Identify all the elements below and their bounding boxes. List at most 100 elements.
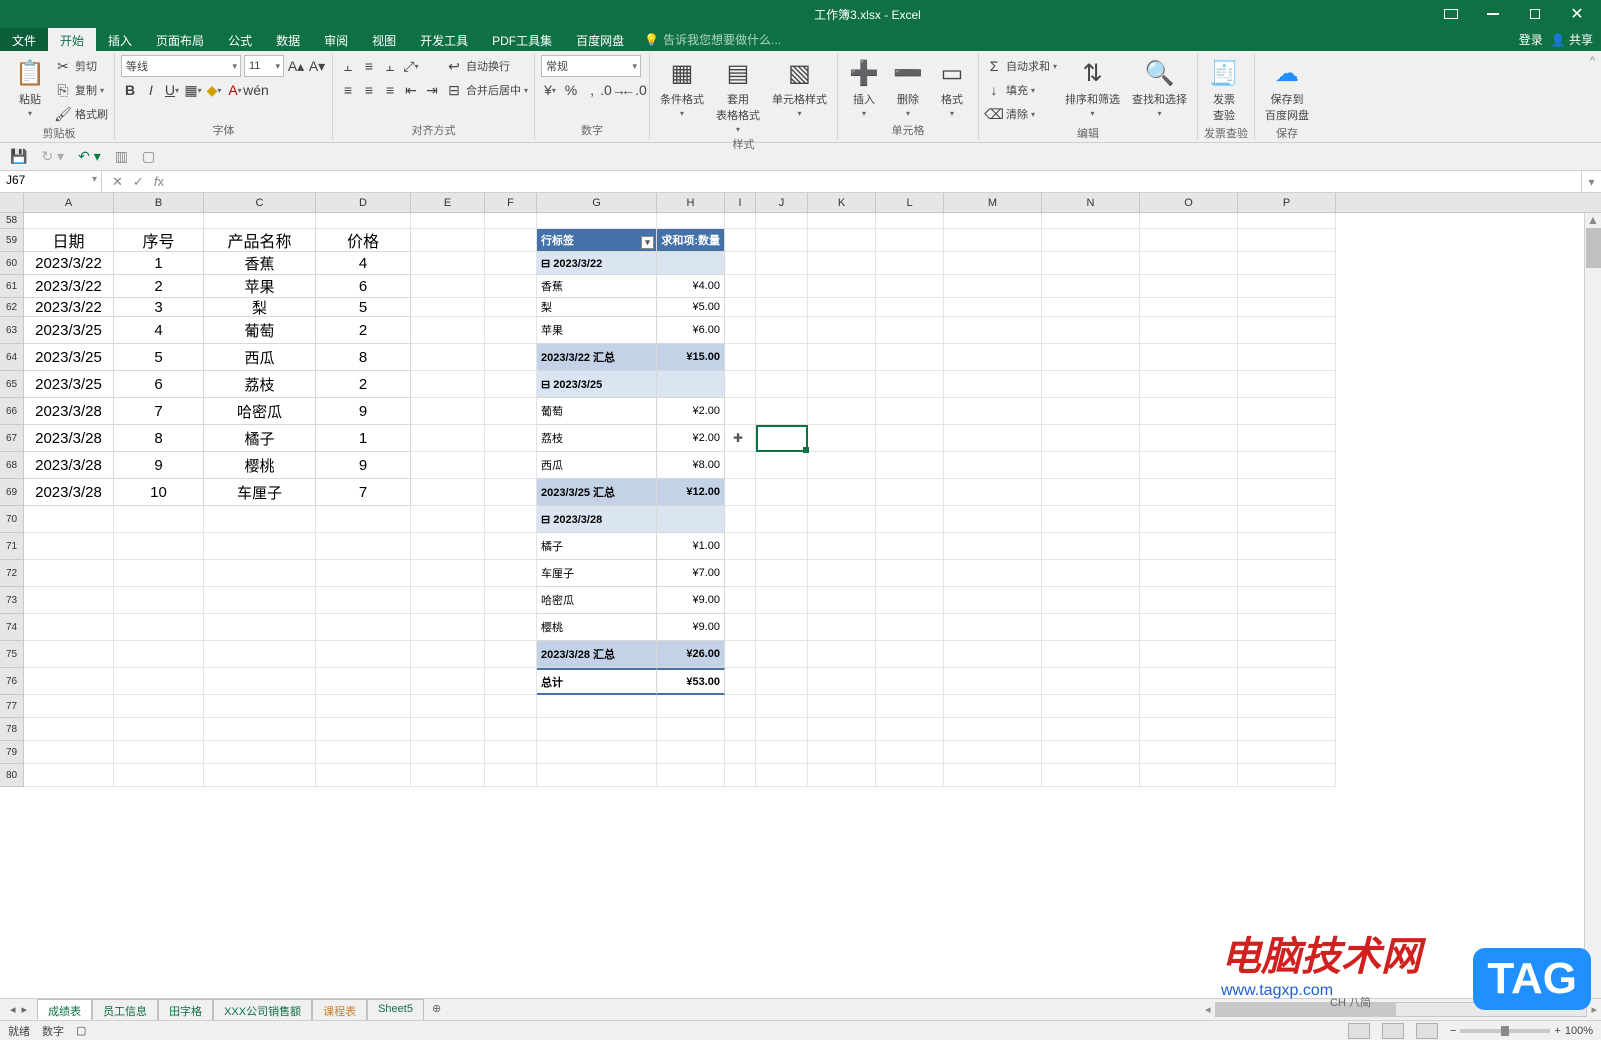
cell[interactable]: 荔枝 <box>204 371 316 398</box>
cell[interactable]: 哈密瓜 <box>204 398 316 425</box>
cell[interactable]: 樱桃 <box>204 452 316 479</box>
bold-button[interactable]: B <box>121 81 139 99</box>
column-header[interactable]: L <box>876 193 944 212</box>
percent-icon[interactable]: % <box>562 81 580 99</box>
cell[interactable]: 9 <box>114 452 204 479</box>
undo-icon[interactable]: ↶ ▾ <box>78 148 101 165</box>
cell[interactable] <box>657 506 725 533</box>
cell[interactable]: 4 <box>114 317 204 344</box>
table-format-button[interactable]: ▤套用 表格格式▾ <box>712 55 764 136</box>
cell[interactable]: ¥5.00 <box>657 298 725 317</box>
tab-data[interactable]: 数据 <box>264 28 312 51</box>
cell[interactable]: 日期 <box>24 229 114 252</box>
cell[interactable]: ¥12.00 <box>657 479 725 506</box>
comma-icon[interactable]: , <box>583 81 601 99</box>
cell[interactable] <box>657 371 725 398</box>
cell[interactable]: ¥7.00 <box>657 560 725 587</box>
tell-me-input[interactable]: 💡告诉我您想要做什么... <box>636 28 789 51</box>
cell[interactable]: 西瓜 <box>204 344 316 371</box>
row-header[interactable]: 75 <box>0 641 24 668</box>
align-middle-icon[interactable]: ≡ <box>360 57 378 75</box>
cell[interactable]: 橘子 <box>204 425 316 452</box>
fx-icon[interactable]: fx <box>154 174 164 189</box>
row-header[interactable]: 74 <box>0 614 24 641</box>
normal-view-icon[interactable] <box>1348 1023 1370 1039</box>
cell[interactable]: 2 <box>316 371 411 398</box>
cell[interactable]: ¥4.00 <box>657 275 725 298</box>
cell[interactable]: 橘子 <box>537 533 657 560</box>
cell[interactable]: 2023/3/22 <box>24 275 114 298</box>
column-header[interactable]: P <box>1238 193 1336 212</box>
cell[interactable]: 2023/3/28 <box>24 398 114 425</box>
cell[interactable]: 7 <box>316 479 411 506</box>
cell[interactable]: 西瓜 <box>537 452 657 479</box>
cell[interactable]: 5 <box>114 344 204 371</box>
font-color-button[interactable]: A▾ <box>226 81 244 99</box>
tab-pdf[interactable]: PDF工具集 <box>480 28 564 51</box>
formula-input[interactable] <box>174 171 1581 192</box>
number-format-combo[interactable]: 常规 <box>541 55 641 77</box>
cell[interactable]: 哈密瓜 <box>537 587 657 614</box>
cell[interactable]: 车厘子 <box>204 479 316 506</box>
cell[interactable] <box>657 252 725 275</box>
cell[interactable]: 5 <box>316 298 411 317</box>
currency-icon[interactable]: ¥▾ <box>541 81 559 99</box>
cell[interactable]: 2023/3/28 <box>24 452 114 479</box>
cell[interactable]: 2023/3/28 汇总 <box>537 641 657 668</box>
cell[interactable]: 9 <box>316 452 411 479</box>
column-header[interactable]: E <box>411 193 485 212</box>
cell[interactable]: 2023/3/25 <box>24 317 114 344</box>
align-center-icon[interactable]: ≡ <box>360 81 378 99</box>
cell[interactable]: 7 <box>114 398 204 425</box>
phonetic-button[interactable]: wén <box>247 81 265 99</box>
cell[interactable]: 车厘子 <box>537 560 657 587</box>
redo-icon[interactable]: ↻ ▾ <box>41 148 64 165</box>
fill-button[interactable]: ↓填充▾ <box>985 79 1057 101</box>
sheet-tab[interactable]: 员工信息 <box>92 999 158 1020</box>
cell[interactable]: 香蕉 <box>204 252 316 275</box>
cell[interactable]: ⊟ 2023/3/25 <box>537 371 657 398</box>
cell[interactable]: ⊟ 2023/3/28 <box>537 506 657 533</box>
cell[interactable]: 2 <box>114 275 204 298</box>
column-header[interactable]: C <box>204 193 316 212</box>
cell[interactable]: 苹果 <box>537 317 657 344</box>
page-layout-view-icon[interactable] <box>1382 1023 1404 1039</box>
enter-icon[interactable]: ✓ <box>133 174 144 190</box>
cell[interactable]: 求和项:数量 <box>657 229 725 252</box>
clear-button[interactable]: ⌫清除▾ <box>985 103 1057 125</box>
autosum-button[interactable]: Σ自动求和▾ <box>985 55 1057 77</box>
cell[interactable]: ¥1.00 <box>657 533 725 560</box>
orientation-icon[interactable]: ⤢▾ <box>402 57 420 75</box>
column-header[interactable]: J <box>756 193 808 212</box>
cell[interactable]: 6 <box>114 371 204 398</box>
find-select-button[interactable]: 🔍查找和选择▾ <box>1128 55 1191 120</box>
name-box[interactable]: J67 <box>0 171 102 192</box>
row-header[interactable]: 69 <box>0 479 24 506</box>
select-all-corner[interactable] <box>0 193 24 212</box>
cell[interactable]: ¥26.00 <box>657 641 725 668</box>
tab-view[interactable]: 视图 <box>360 28 408 51</box>
row-header[interactable]: 65 <box>0 371 24 398</box>
cell[interactable]: 2023/3/22 汇总 <box>537 344 657 371</box>
column-header[interactable]: O <box>1140 193 1238 212</box>
tab-insert[interactable]: 插入 <box>96 28 144 51</box>
paste-button[interactable]: 📋粘贴▾ <box>10 55 50 120</box>
zoom-in-icon[interactable]: + <box>1554 1025 1560 1037</box>
row-header[interactable]: 78 <box>0 718 24 741</box>
cell-styles-button[interactable]: ▧单元格样式▾ <box>768 55 831 120</box>
share-button[interactable]: 👤 共享 <box>1551 31 1593 48</box>
cell[interactable]: 3 <box>114 298 204 317</box>
row-header[interactable]: 76 <box>0 668 24 695</box>
conditional-format-button[interactable]: ▦条件格式▾ <box>656 55 708 120</box>
cell[interactable]: ¥8.00 <box>657 452 725 479</box>
maximize-button[interactable] <box>1515 2 1555 26</box>
cell[interactable]: ⊟ 2023/3/22 <box>537 252 657 275</box>
cell[interactable]: 1 <box>114 252 204 275</box>
tab-formulas[interactable]: 公式 <box>216 28 264 51</box>
row-header[interactable]: 79 <box>0 741 24 764</box>
vertical-scrollbar[interactable]: ▲ <box>1584 213 1601 998</box>
column-header[interactable]: D <box>316 193 411 212</box>
cell[interactable]: 荔枝 <box>537 425 657 452</box>
cell[interactable]: 2023/3/25 <box>24 344 114 371</box>
row-header[interactable]: 59 <box>0 229 24 252</box>
